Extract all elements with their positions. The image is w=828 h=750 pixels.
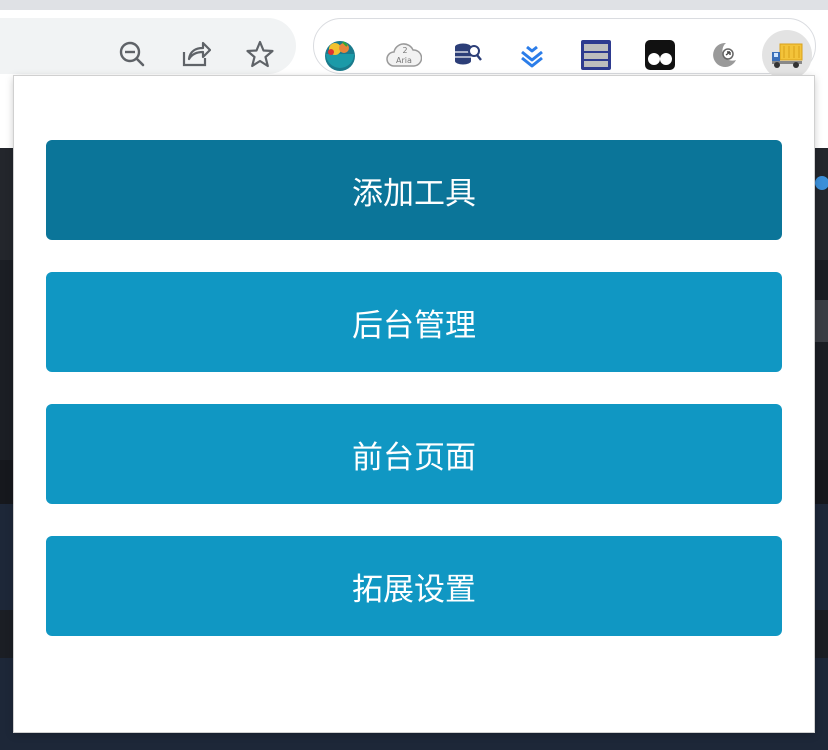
admin-panel-button[interactable]: 后台管理 [46,272,782,372]
database-search-extension-icon[interactable] [450,37,486,73]
fruit-bowl-extension-icon[interactable] [322,37,358,73]
layers-extension-icon[interactable] [514,37,550,73]
extensions-bar: 2 Aria [313,18,816,80]
truck-extension-icon[interactable] [762,30,812,80]
zoom-out-icon[interactable] [114,36,150,72]
add-tool-button[interactable]: 添加工具 [46,140,782,240]
extension-popup: 添加工具 后台管理 前台页面 拓展设置 [14,76,814,732]
frontend-page-button[interactable]: 前台页面 [46,404,782,504]
moon-arrow-extension-icon[interactable] [706,37,742,73]
extension-settings-button[interactable]: 拓展设置 [46,536,782,636]
aria-label: Aria [396,56,412,65]
browser-toolbar: 2 Aria [0,10,828,80]
eyes-extension-icon[interactable] [642,37,678,73]
share-icon[interactable] [178,36,214,72]
bookmark-star-icon[interactable] [242,36,278,72]
window-panel-extension-icon[interactable] [578,37,614,73]
aria2-cloud-extension-icon[interactable]: 2 Aria [386,37,422,73]
browser-tab-strip [0,0,828,10]
address-bar[interactable] [0,18,296,74]
page-side-element [814,300,828,342]
page-user-icon [815,176,828,190]
aria-badge: 2 [402,46,407,55]
